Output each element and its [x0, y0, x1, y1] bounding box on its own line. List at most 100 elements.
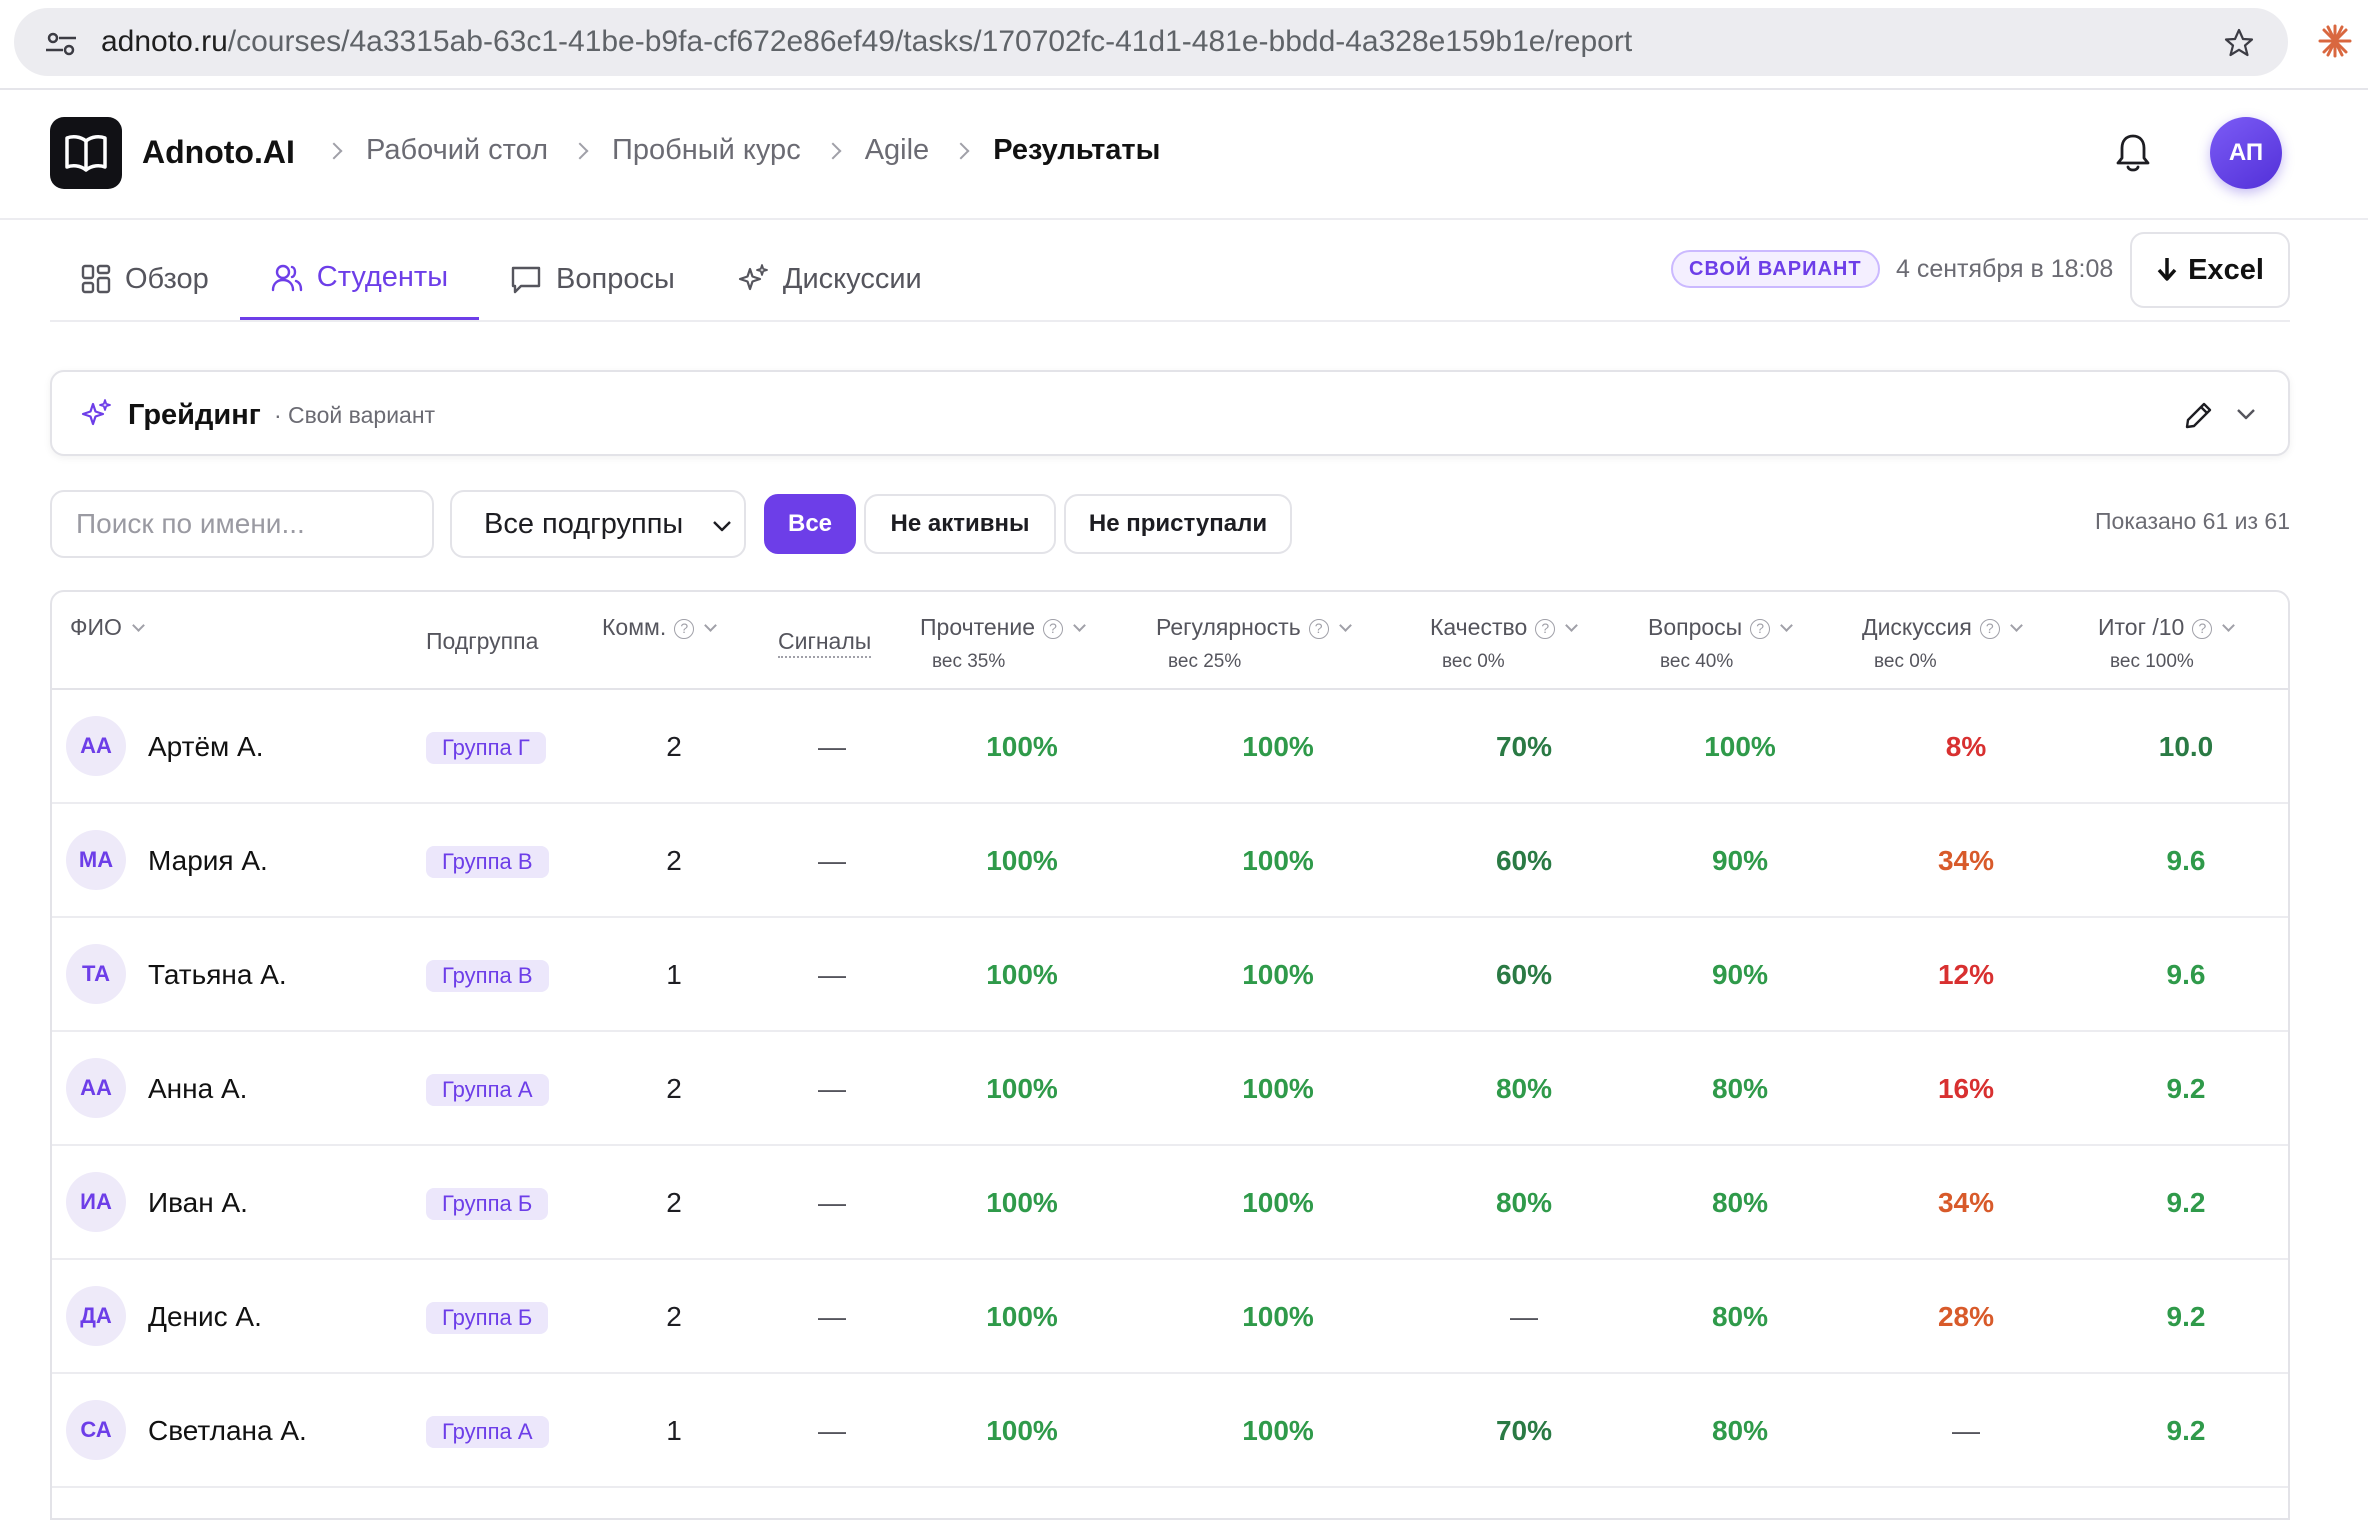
student-name[interactable]: Мария А.	[148, 804, 268, 918]
total-cell: 9.2	[2166, 1301, 2206, 1332]
tab-overview-label: Обзор	[125, 262, 209, 295]
column-questions[interactable]: Вопросы? вес 40%	[1648, 614, 1794, 673]
help-icon: ?	[1308, 619, 1329, 639]
site-settings-icon[interactable]	[44, 32, 78, 56]
tab-students[interactable]: Студенты	[239, 238, 480, 320]
app-logo[interactable]	[50, 117, 122, 189]
regularity-cell: 100%	[1242, 1073, 1314, 1104]
tab-overview[interactable]: Обзор	[50, 238, 240, 320]
student-avatar: СА	[66, 1400, 126, 1460]
table-row[interactable]: АА Артём А. Группа Г 2 — 100% 100% 70% 1…	[52, 690, 2288, 804]
subgroup-select[interactable]: Все подгруппы	[450, 490, 746, 558]
subgroup-select-value: Все подгруппы	[484, 507, 684, 540]
grading-subtitle: · Свой вариант	[274, 402, 436, 428]
student-name[interactable]: Артём А.	[148, 690, 264, 804]
table-row[interactable]: МА Мария А. Группа В 2 — 100% 100% 60% 9…	[52, 804, 2288, 918]
questions-cell: 100%	[1704, 731, 1776, 762]
regularity-cell: 100%	[1242, 731, 1314, 762]
column-name[interactable]: ФИО	[70, 614, 145, 641]
bookmark-star-icon[interactable]	[2224, 28, 2254, 58]
quality-cell: 60%	[1495, 845, 1553, 876]
student-name[interactable]: Светлана А.	[148, 1374, 307, 1488]
table-row[interactable]: СА Светлана А. Группа А 1 — 100% 100% 70…	[52, 1374, 2288, 1488]
regularity-cell: 100%	[1242, 1415, 1314, 1446]
student-avatar: ДА	[66, 1286, 126, 1346]
discussion-cell: 16%	[1937, 1073, 1995, 1104]
brand-name[interactable]: Adnoto.AI	[142, 134, 295, 171]
questions-cell: 90%	[1711, 959, 1769, 990]
column-total[interactable]: Итог /10? вес 100%	[2098, 614, 2236, 673]
tab-students-label: Студенты	[316, 261, 449, 293]
column-quality[interactable]: Качество? вес 0%	[1430, 614, 1579, 673]
filter-all-button[interactable]: Все	[764, 494, 856, 554]
student-name[interactable]: Татьяна А.	[148, 918, 287, 1032]
column-signals[interactable]: Сигналы	[778, 628, 872, 658]
tab-bar: Обзор Студенты Вопросы Дискуссии	[50, 238, 953, 320]
tab-questions-label: Вопросы	[556, 262, 675, 295]
user-avatar[interactable]: АП	[2210, 117, 2282, 189]
student-avatar: ТА	[66, 944, 126, 1004]
table-header: ФИО Подгруппа Комм.? Сигналы Прочтение? в…	[52, 592, 2288, 690]
url-path: /courses/4a3315ab-63c1-41be-b9fa-cf672e8…	[227, 25, 1633, 58]
student-avatar: АА	[66, 716, 126, 776]
chevron-down-icon[interactable]	[2236, 408, 2256, 420]
pencil-icon[interactable]	[2184, 400, 2214, 430]
quality-cell: 80%	[1495, 1187, 1553, 1218]
column-regularity[interactable]: Регулярность? вес 25%	[1156, 614, 1352, 673]
tab-questions[interactable]: Вопросы	[479, 238, 706, 320]
regularity-cell: 100%	[1242, 845, 1314, 876]
reading-cell: 100%	[986, 959, 1058, 990]
student-avatar: ИА	[66, 1172, 126, 1232]
student-name[interactable]: Иван А.	[148, 1146, 248, 1260]
comments-cell: 2	[666, 731, 682, 762]
filter-inactive-button[interactable]: Не активны	[864, 494, 1056, 554]
url-host: adnoto.ru	[101, 25, 228, 58]
column-reading[interactable]: Прочтение? вес 35%	[920, 614, 1086, 673]
table-row[interactable]: ИА Иван А. Группа Б 2 — 100% 100% 80% 80…	[52, 1146, 2288, 1260]
table-row[interactable]: ТА Татьяна А. Группа В 1 — 100% 100% 60%…	[52, 918, 2288, 1032]
column-group: Подгруппа	[426, 628, 539, 654]
student-avatar: МА	[66, 830, 126, 890]
reading-cell: 100%	[986, 1073, 1058, 1104]
chat-icon	[511, 266, 541, 294]
breadcrumb-dashboard[interactable]: Рабочий стол	[366, 134, 548, 167]
discussion-cell: 8%	[1945, 731, 1987, 762]
comments-cell: 2	[666, 1301, 682, 1332]
chevron-down-icon	[713, 521, 731, 532]
address-bar[interactable]: adnoto.ru/courses/4a3315ab-63c1-41be-b9f…	[14, 8, 2288, 76]
student-name[interactable]: Денис А.	[148, 1260, 262, 1374]
regularity-cell: 100%	[1242, 959, 1314, 990]
quality-cell: 60%	[1495, 959, 1553, 990]
signals-cell: —	[818, 959, 846, 990]
group-badge: Группа А	[426, 1074, 549, 1106]
total-cell: 9.6	[2166, 845, 2206, 876]
comments-cell: 2	[666, 845, 682, 876]
total-cell: 10.0	[2158, 731, 2214, 762]
bell-icon[interactable]	[2115, 132, 2151, 174]
filter-not-started-button[interactable]: Не приступали	[1064, 494, 1292, 554]
download-icon	[2157, 258, 2177, 281]
signals-cell: —	[818, 1301, 846, 1332]
column-discussion[interactable]: Дискуссия? вес 0%	[1862, 614, 2023, 673]
grid-icon	[81, 264, 111, 294]
questions-cell: 80%	[1711, 1301, 1769, 1332]
reading-cell: 100%	[986, 1187, 1058, 1218]
grading-panel[interactable]: Грейдинг · Свой вариант	[50, 370, 2290, 456]
table-row[interactable]: ДА Денис А. Группа Б 2 — 100% 100% — 80%…	[52, 1260, 2288, 1374]
column-comments[interactable]: Комм.?	[602, 614, 718, 641]
comments-cell: 2	[666, 1073, 682, 1104]
search-input[interactable]	[50, 490, 434, 558]
questions-cell: 90%	[1711, 845, 1769, 876]
students-table: ФИО Подгруппа Комм.? Сигналы Прочтение? в…	[50, 590, 2290, 1520]
tab-discussions[interactable]: Дискуссии	[706, 238, 953, 320]
table-row[interactable]: АА Анна А. Группа А 2 — 100% 100% 80% 80…	[52, 1032, 2288, 1146]
total-cell: 9.2	[2166, 1073, 2206, 1104]
group-badge: Группа Б	[426, 1302, 549, 1334]
export-excel-button[interactable]: Excel	[2130, 232, 2290, 308]
extension-asterisk-icon[interactable]	[2318, 24, 2352, 58]
group-badge: Группа Г	[426, 732, 546, 764]
breadcrumb-course[interactable]: Пробный курс	[612, 134, 801, 167]
student-name[interactable]: Анна А.	[148, 1032, 247, 1146]
help-icon: ?	[2192, 619, 2213, 639]
breadcrumb-task[interactable]: Agile	[865, 134, 930, 167]
